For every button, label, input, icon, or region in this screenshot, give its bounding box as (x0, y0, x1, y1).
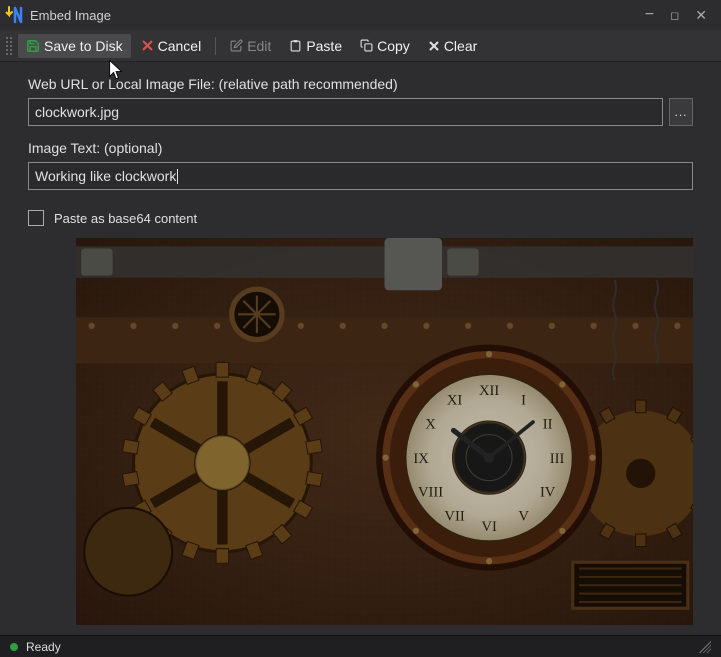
minimize-button[interactable]: − (645, 6, 654, 24)
status-indicator-icon (10, 643, 18, 651)
titlebar: Embed Image − ◻ ✕ (0, 0, 721, 30)
browse-label: ... (674, 105, 687, 119)
save-button[interactable]: Save to Disk (18, 34, 131, 58)
window-title: Embed Image (30, 8, 645, 23)
status-text: Ready (26, 640, 61, 654)
copy-label: Copy (377, 38, 410, 54)
image-text-label: Image Text: (optional) (28, 140, 693, 156)
cancel-icon (141, 39, 154, 52)
paste-icon (289, 39, 302, 52)
save-label: Save to Disk (44, 38, 123, 54)
copy-button[interactable]: Copy (352, 34, 418, 58)
browse-button[interactable]: ... (669, 98, 693, 126)
clear-label: Clear (444, 38, 477, 54)
copy-icon (360, 39, 373, 52)
base64-label: Paste as base64 content (54, 211, 197, 226)
edit-button[interactable]: Edit (222, 34, 279, 58)
cancel-label: Cancel (158, 38, 202, 54)
statusbar: Ready (0, 635, 721, 657)
paste-label: Paste (306, 38, 342, 54)
text-caret (177, 169, 178, 184)
content-area: Web URL or Local Image File: (relative p… (0, 62, 721, 635)
maximize-button[interactable]: ◻ (670, 9, 679, 22)
save-icon (26, 39, 40, 53)
base64-checkbox[interactable] (28, 210, 44, 226)
image-text-value: Working like clockwork (35, 168, 176, 184)
image-text-input[interactable]: Working like clockwork (28, 162, 693, 190)
paste-button[interactable]: Paste (281, 34, 350, 58)
clear-button[interactable]: Clear (420, 34, 485, 58)
resize-grip[interactable] (699, 641, 711, 653)
clear-icon (428, 40, 440, 52)
image-preview: XII I II III IV V VI VII VIII IX X XI (76, 238, 693, 625)
toolbar-separator (215, 37, 216, 55)
edit-icon (230, 39, 243, 52)
app-icon (4, 5, 24, 25)
url-label: Web URL or Local Image File: (relative p… (28, 76, 693, 92)
edit-label: Edit (247, 38, 271, 54)
cancel-button[interactable]: Cancel (133, 34, 210, 58)
url-input[interactable] (28, 98, 663, 126)
toolbar: Save to Disk Cancel Edit Paste (0, 30, 721, 62)
toolbar-grip (6, 37, 12, 55)
close-button[interactable]: ✕ (695, 7, 707, 24)
